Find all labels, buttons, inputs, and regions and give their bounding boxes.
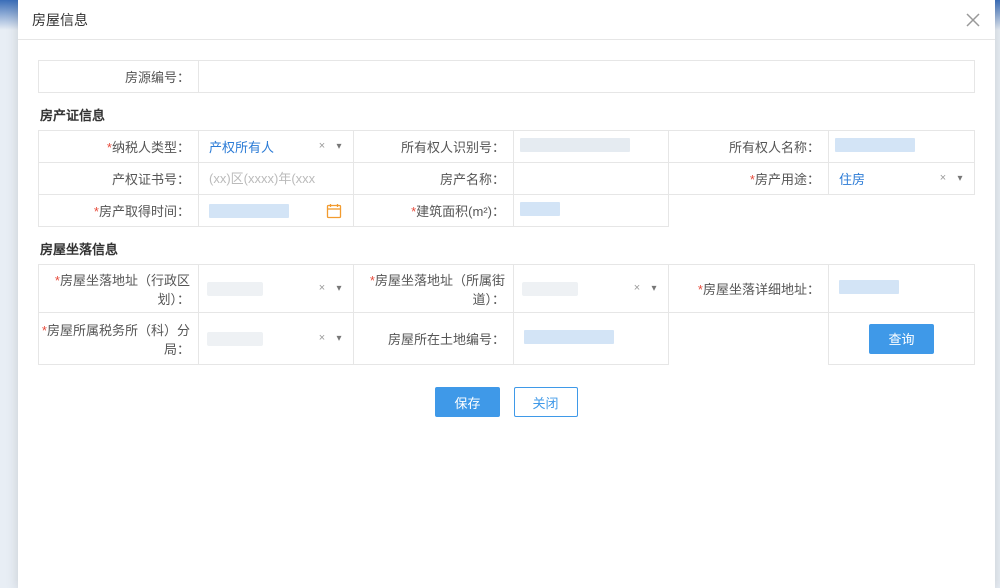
admin-div-value xyxy=(207,282,263,296)
acquire-time-label: *房产取得时间： xyxy=(39,195,199,227)
modal-header: 房屋信息 xyxy=(18,0,995,40)
source-table: 房源编号： xyxy=(38,60,975,93)
detail-addr-value xyxy=(839,280,899,294)
street-label: *房屋坐落地址（所属街道）： xyxy=(354,265,514,313)
tax-office-label: *房屋所属税务所（科）分局： xyxy=(39,313,199,365)
owner-name-label: 所有权人名称： xyxy=(669,131,829,163)
chevron-down-icon[interactable]: ▾ xyxy=(952,173,968,184)
modal-body: 房源编号： 房产证信息 *纳税人类型： 产权所有人 × ▾ xyxy=(18,40,995,588)
modal-footer: 保存 关闭 xyxy=(38,365,975,417)
land-no-label: 房屋所在土地编号： xyxy=(354,313,514,365)
detail-addr-cell xyxy=(829,265,975,313)
owner-name-cell xyxy=(829,131,975,163)
close-icon[interactable] xyxy=(961,8,985,32)
build-area-label: *建筑面积(m²)： xyxy=(354,195,514,227)
source-number-cell xyxy=(199,61,975,93)
chevron-down-icon[interactable]: ▾ xyxy=(331,333,347,344)
taxpayer-type-label: *纳税人类型： xyxy=(39,131,199,163)
acquire-time-value xyxy=(209,204,289,218)
prop-use-value: 住房 xyxy=(835,169,936,188)
owner-id-cell xyxy=(514,131,669,163)
owner-name-value xyxy=(835,138,915,152)
section-cert-title: 房产证信息 xyxy=(38,97,975,130)
taxpayer-type-value: 产权所有人 xyxy=(205,137,315,156)
source-number-label: 房源编号： xyxy=(39,61,199,93)
location-table: *房屋坐落地址（行政区划）： × ▾ *房屋坐落地址（所属街道）： × xyxy=(38,264,975,365)
clear-icon[interactable]: × xyxy=(315,282,329,296)
clear-icon[interactable]: × xyxy=(630,282,644,296)
clear-icon[interactable]: × xyxy=(315,140,329,154)
calendar-icon[interactable] xyxy=(325,202,343,220)
build-area-cell xyxy=(514,195,669,227)
modal-dialog: 房屋信息 房源编号： 房产证信息 *纳税人类型： xyxy=(18,0,995,588)
prop-use-select[interactable]: 住房 × ▾ xyxy=(835,165,968,193)
clear-icon[interactable]: × xyxy=(315,332,329,346)
close-button[interactable]: 关闭 xyxy=(514,387,578,417)
taxpayer-type-select[interactable]: 产权所有人 × ▾ xyxy=(205,133,347,161)
owner-id-value xyxy=(520,138,630,152)
street-select[interactable]: × ▾ xyxy=(520,275,662,303)
build-area-value xyxy=(520,202,560,216)
land-no-value xyxy=(524,330,614,344)
prop-name-label: 房产名称： xyxy=(354,163,514,195)
cert-table: *纳税人类型： 产权所有人 × ▾ 所有权人识别号： 所有权人名称： xyxy=(38,130,975,227)
owner-id-label: 所有权人识别号： xyxy=(354,131,514,163)
chevron-down-icon[interactable]: ▾ xyxy=(646,283,662,294)
prop-use-label: *房产用途： xyxy=(669,163,829,195)
detail-addr-label: *房屋坐落详细地址： xyxy=(669,265,829,313)
save-button[interactable]: 保存 xyxy=(435,387,499,417)
acquire-time-input[interactable] xyxy=(205,197,347,225)
prop-name-cell xyxy=(514,163,669,195)
admin-div-label: *房屋坐落地址（行政区划）： xyxy=(39,265,199,313)
chevron-down-icon[interactable]: ▾ xyxy=(331,283,347,294)
section-location-title: 房屋坐落信息 xyxy=(38,231,975,264)
cert-no-label: 产权证书号： xyxy=(39,163,199,195)
query-button[interactable]: 查询 xyxy=(869,324,933,354)
tax-office-select[interactable]: × ▾ xyxy=(205,325,347,353)
cert-no-input[interactable] xyxy=(205,165,347,193)
land-no-cell xyxy=(514,313,669,365)
street-value xyxy=(522,282,578,296)
clear-icon[interactable]: × xyxy=(936,172,950,186)
chevron-down-icon[interactable]: ▾ xyxy=(331,141,347,152)
admin-div-select[interactable]: × ▾ xyxy=(205,275,347,303)
modal-title: 房屋信息 xyxy=(32,10,88,30)
tax-office-value xyxy=(207,332,263,346)
